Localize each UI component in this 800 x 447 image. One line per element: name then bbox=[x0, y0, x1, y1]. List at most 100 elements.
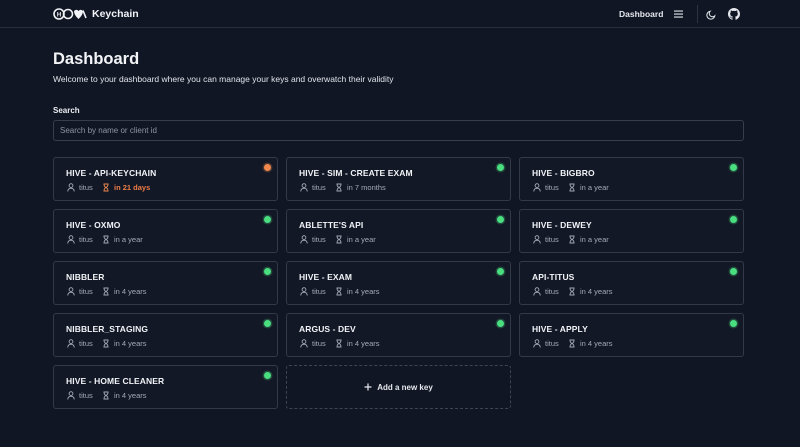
timer-icon bbox=[567, 287, 576, 296]
key-expiry: in 4 years bbox=[347, 339, 380, 348]
key-card[interactable]: ARGUS - DEV titus in 4 years bbox=[286, 313, 511, 357]
status-indicator bbox=[264, 164, 271, 171]
key-card[interactable]: HIVE - BIGBRO titus in a year bbox=[519, 157, 744, 201]
key-meta: titus in 4 years bbox=[532, 339, 613, 348]
theme-toggle-button[interactable] bbox=[705, 8, 717, 20]
key-meta: titus in a year bbox=[66, 235, 143, 244]
key-owner: titus bbox=[79, 183, 93, 192]
key-expiry: in 4 years bbox=[580, 287, 613, 296]
timer-icon bbox=[567, 339, 576, 348]
status-indicator bbox=[264, 372, 271, 379]
key-meta: titus in 21 days bbox=[66, 183, 150, 192]
timer-icon bbox=[334, 339, 343, 348]
timer-icon bbox=[101, 235, 110, 244]
status-indicator bbox=[730, 216, 737, 223]
key-card[interactable]: HIVE - HOME CLEANER titus in 4 years bbox=[53, 365, 278, 409]
key-owner: titus bbox=[312, 183, 326, 192]
user-icon bbox=[66, 287, 75, 296]
key-name: HIVE - OXMO bbox=[66, 220, 121, 230]
key-name: ARGUS - DEV bbox=[299, 324, 356, 334]
key-meta: titus in 4 years bbox=[299, 339, 380, 348]
key-meta: titus in 4 years bbox=[299, 287, 380, 296]
key-card[interactable]: NIBBLER_STAGING titus in 4 years bbox=[53, 313, 278, 357]
add-key-button[interactable]: Add a new key bbox=[286, 365, 511, 409]
key-expiry: in a year bbox=[580, 235, 609, 244]
brand-link[interactable]: H Keychain bbox=[53, 7, 139, 20]
key-expiry: in 7 months bbox=[347, 183, 386, 192]
menu-button[interactable] bbox=[672, 8, 684, 20]
moon-icon bbox=[705, 9, 716, 20]
nav-divider bbox=[697, 5, 698, 23]
key-card[interactable]: HIVE - EXAM titus in 4 years bbox=[286, 261, 511, 305]
hive-logo-icon: H bbox=[53, 7, 87, 20]
key-name: API-TITUS bbox=[532, 272, 575, 282]
brand-name: Keychain bbox=[92, 7, 139, 20]
key-owner: titus bbox=[312, 287, 326, 296]
user-icon bbox=[66, 391, 75, 400]
timer-icon bbox=[567, 183, 576, 192]
key-card[interactable]: HIVE - DEWEY titus in a year bbox=[519, 209, 744, 253]
key-name: ABLETTE'S API bbox=[299, 220, 364, 230]
key-name: HIVE - HOME CLEANER bbox=[66, 376, 165, 386]
github-button[interactable] bbox=[728, 8, 740, 20]
search-input[interactable] bbox=[53, 120, 744, 141]
search-label: Search bbox=[53, 106, 80, 115]
key-grid: HIVE - API-KEYCHAIN titus in 21 days HIV… bbox=[53, 157, 744, 409]
status-indicator bbox=[497, 268, 504, 275]
key-expiry: in 4 years bbox=[114, 391, 147, 400]
key-name: HIVE - BIGBRO bbox=[532, 168, 595, 178]
key-owner: titus bbox=[545, 339, 559, 348]
key-expiry: in 4 years bbox=[114, 287, 147, 296]
key-card[interactable]: API-TITUS titus in 4 years bbox=[519, 261, 744, 305]
user-icon bbox=[532, 339, 541, 348]
key-owner: titus bbox=[79, 287, 93, 296]
key-owner: titus bbox=[312, 339, 326, 348]
key-expiry: in 4 years bbox=[347, 287, 380, 296]
github-icon bbox=[728, 8, 740, 20]
key-meta: titus in 4 years bbox=[532, 287, 613, 296]
status-indicator bbox=[730, 268, 737, 275]
key-owner: titus bbox=[545, 183, 559, 192]
status-indicator bbox=[497, 320, 504, 327]
key-expiry: in 21 days bbox=[114, 183, 151, 192]
key-owner: titus bbox=[545, 235, 559, 244]
key-card[interactable]: ABLETTE'S API titus in a year bbox=[286, 209, 511, 253]
add-key-label: Add a new key bbox=[377, 382, 433, 392]
status-indicator bbox=[730, 164, 737, 171]
key-meta: titus in 4 years bbox=[66, 339, 147, 348]
key-owner: titus bbox=[79, 391, 93, 400]
key-card[interactable]: HIVE - API-KEYCHAIN titus in 21 days bbox=[53, 157, 278, 201]
timer-icon bbox=[101, 391, 110, 400]
plus-icon bbox=[364, 383, 372, 391]
timer-icon bbox=[334, 287, 343, 296]
key-owner: titus bbox=[79, 235, 93, 244]
key-owner: titus bbox=[79, 339, 93, 348]
user-icon bbox=[66, 183, 75, 192]
user-icon bbox=[66, 235, 75, 244]
key-owner: titus bbox=[545, 287, 559, 296]
key-expiry: in 4 years bbox=[580, 339, 613, 348]
key-expiry: in a year bbox=[580, 183, 609, 192]
status-indicator bbox=[264, 320, 271, 327]
key-meta: titus in 4 years bbox=[66, 391, 147, 400]
page-title: Dashboard bbox=[53, 50, 140, 68]
key-expiry: in a year bbox=[114, 235, 143, 244]
status-indicator bbox=[264, 268, 271, 275]
key-card[interactable]: HIVE - SIM - CREATE EXAM titus in 7 mont… bbox=[286, 157, 511, 201]
key-card[interactable]: NIBBLER titus in 4 years bbox=[53, 261, 278, 305]
user-icon bbox=[299, 183, 308, 192]
timer-icon bbox=[101, 287, 110, 296]
key-meta: titus in a year bbox=[532, 183, 609, 192]
key-expiry: in a year bbox=[347, 235, 376, 244]
page-subtitle: Welcome to your dashboard where you can … bbox=[53, 74, 394, 84]
key-card[interactable]: HIVE - OXMO titus in a year bbox=[53, 209, 278, 253]
user-icon bbox=[299, 235, 308, 244]
user-icon bbox=[299, 287, 308, 296]
nav-dashboard-link[interactable]: Dashboard bbox=[619, 9, 663, 19]
key-name: NIBBLER_STAGING bbox=[66, 324, 149, 334]
key-meta: titus in a year bbox=[532, 235, 609, 244]
user-icon bbox=[532, 235, 541, 244]
key-card[interactable]: HIVE - APPLY titus in 4 years bbox=[519, 313, 744, 357]
svg-text:H: H bbox=[57, 12, 61, 18]
menu-icon bbox=[673, 10, 683, 18]
